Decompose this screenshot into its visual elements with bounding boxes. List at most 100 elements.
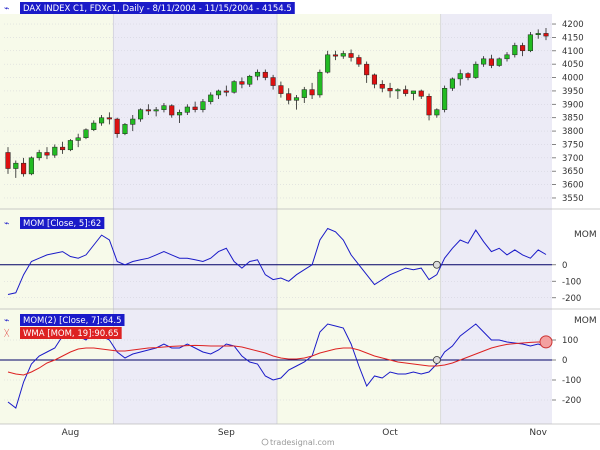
candle-body xyxy=(520,45,526,52)
candle-body xyxy=(395,89,401,92)
candle-body xyxy=(184,106,190,113)
candle-body xyxy=(465,73,471,78)
candle-body xyxy=(527,34,533,52)
candle-body xyxy=(270,77,276,86)
candle-body xyxy=(208,94,214,102)
candle-body xyxy=(403,89,409,94)
candle-body xyxy=(239,81,245,85)
candle-body xyxy=(223,90,229,93)
candle-body xyxy=(512,45,518,56)
candle-body xyxy=(481,58,487,65)
candle-body xyxy=(67,140,73,151)
price-tick-label: 4100 xyxy=(562,47,584,57)
candle-body xyxy=(192,106,198,110)
mom2-legend-text: MOM(2) [Close, 7]:64.5 xyxy=(23,316,122,326)
candle-body xyxy=(356,57,362,65)
candle-body xyxy=(317,71,323,96)
chart-canvas: 3550 3600 3650 3700 3750 3800 3850 3900 3950 4000… xyxy=(0,2,600,447)
candle-body xyxy=(145,109,151,112)
candle-body xyxy=(473,63,479,78)
candle-body xyxy=(434,109,440,116)
candle-body xyxy=(138,109,144,120)
candle-body xyxy=(153,109,159,112)
mom-series-icon: ⌁ xyxy=(4,219,9,229)
candle-body xyxy=(13,162,19,169)
wma-series-icon: ᚷ xyxy=(4,328,10,339)
candle-body xyxy=(371,74,378,85)
candle-body xyxy=(91,122,97,130)
mom2-tick-label: -200 xyxy=(562,396,581,406)
price-tick-label: 3950 xyxy=(562,87,584,97)
candle-body xyxy=(379,83,385,89)
price-tick-label: 3900 xyxy=(562,100,584,110)
mom-legend-text: MOM [Close, 5]:62 xyxy=(23,219,101,229)
candle-body xyxy=(247,75,253,85)
month-band xyxy=(440,14,552,424)
x-tick-label: Oct xyxy=(382,428,398,438)
mom-tick-label: 0 xyxy=(562,261,567,271)
x-tick-label: Nov xyxy=(529,428,547,438)
watermark: tradesignal.com xyxy=(261,438,335,447)
price-series-icon: ⌁ xyxy=(4,4,9,14)
mom2-crossover-marker xyxy=(432,356,441,364)
candle-body xyxy=(488,58,494,66)
price-tick-label: 3600 xyxy=(562,181,584,191)
x-tick-label: Sep xyxy=(218,428,235,438)
candle-body xyxy=(28,157,34,175)
price-legend: DAX INDEX C1, FDXc1, Daily - 8/11/2004 -… xyxy=(4,2,295,14)
candle-body xyxy=(278,85,284,94)
candle-body xyxy=(176,112,183,116)
candle-body xyxy=(254,71,261,77)
mom-crossover-marker xyxy=(432,260,441,269)
candle-body xyxy=(340,53,346,57)
price-tick-label: 3750 xyxy=(562,140,584,150)
candle-body xyxy=(286,93,292,101)
price-tick-label: 4050 xyxy=(562,60,584,70)
x-axis: Aug Sep Oct Nov xyxy=(62,428,548,438)
candle-body xyxy=(325,54,331,73)
month-band xyxy=(277,14,441,424)
mom-axis-title: MOM xyxy=(574,230,597,240)
candle-body xyxy=(130,118,136,125)
candle-body xyxy=(535,33,541,35)
price-tick-label: 3800 xyxy=(562,127,584,137)
mom2-axis-title: MOM xyxy=(574,316,597,326)
wma-legend-text: WMA [MOM, 19]:90.65 xyxy=(23,329,119,339)
candle-body xyxy=(364,63,370,76)
candle-body xyxy=(161,105,167,110)
mom2-tick-label: 0 xyxy=(562,356,567,366)
price-tick-label: 3550 xyxy=(562,194,584,204)
price-tick-label: 3650 xyxy=(562,167,584,177)
candle-body xyxy=(75,137,81,141)
candle-body xyxy=(418,90,424,97)
price-tick-label: 3850 xyxy=(562,114,584,124)
candle-body xyxy=(106,117,112,120)
candle-body xyxy=(114,118,120,134)
price-tick-label: 4150 xyxy=(562,33,584,43)
candle-body xyxy=(200,101,206,110)
candle-body xyxy=(21,162,27,175)
candle-body xyxy=(5,152,11,169)
candle-body xyxy=(543,33,549,37)
candle-body xyxy=(301,89,307,98)
price-tick-label: 3700 xyxy=(562,154,584,164)
price-tick-label: 4200 xyxy=(562,20,584,30)
candle-body xyxy=(231,81,237,93)
mom2-tick-label: -100 xyxy=(562,376,581,386)
price-tick-label: 4000 xyxy=(562,74,584,84)
mom2-series-icon: ⌁ xyxy=(4,316,9,326)
price-legend-text: DAX INDEX C1, FDXc1, Daily - 8/11/2004 -… xyxy=(23,4,292,14)
candle-body xyxy=(44,152,50,156)
candle-body xyxy=(332,54,339,57)
mom2-cross-highlight xyxy=(539,335,553,349)
candle-body xyxy=(442,88,448,110)
candle-body xyxy=(410,90,416,94)
candle-body xyxy=(348,53,354,58)
mom-tick-label: -100 xyxy=(562,277,581,287)
watermark-text: tradesignal.com xyxy=(270,438,335,447)
watermark-icon xyxy=(261,438,269,446)
candle-body xyxy=(122,124,128,134)
candle-body xyxy=(99,117,105,124)
mom-tick-label: -200 xyxy=(562,294,581,304)
candle-body xyxy=(309,89,315,96)
